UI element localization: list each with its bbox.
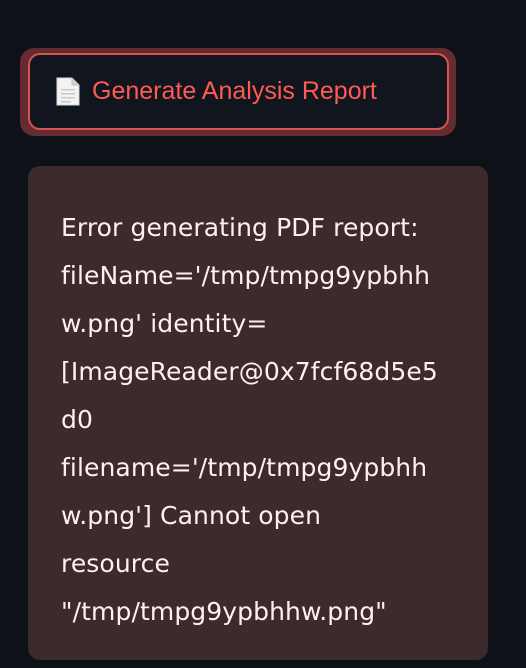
document-icon [56, 77, 80, 106]
error-message-line: d0 [61, 405, 93, 434]
error-message-line: w.png'] Cannot open [61, 501, 322, 530]
button-label: Generate Analysis Report [92, 77, 377, 105]
error-message-line: filename='/tmp/tmpg9ypbhh [61, 453, 428, 482]
error-message-line: w.png' identity= [61, 309, 268, 338]
error-message-line: resource [61, 549, 170, 578]
error-message-line: Error generating PDF report: [61, 213, 419, 242]
error-alert: Error generating PDF report: fileName='/… [28, 166, 488, 660]
generate-analysis-report-button[interactable]: Generate Analysis Report [28, 53, 449, 130]
error-message-line: [ImageReader@0x7fcf68d5e5 [61, 357, 438, 386]
error-message-line: "/tmp/tmpg9ypbhhw.png" [61, 597, 387, 626]
error-message-line: fileName='/tmp/tmpg9ypbhh [61, 261, 431, 290]
